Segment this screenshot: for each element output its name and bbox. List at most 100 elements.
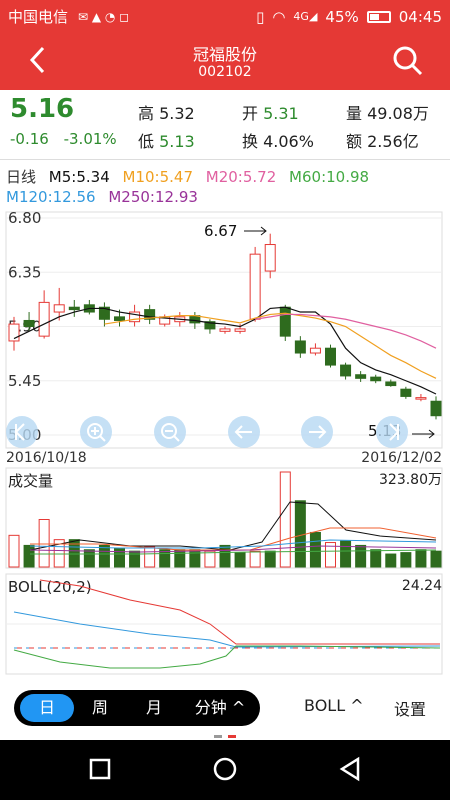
max-price-label: 6.67 [204, 222, 237, 240]
scroll-next-button[interactable] [301, 416, 333, 448]
kline-chart[interactable]: 6.806.355.905.455.00 6.67 5.13 [0, 210, 450, 680]
search-icon[interactable] [392, 45, 424, 77]
scroll-left-end-button[interactable] [6, 416, 38, 448]
amount-row: 额 2.56亿 [346, 128, 419, 152]
candle-body [400, 388, 412, 397]
zoom-in-button[interactable] [80, 416, 112, 448]
period-tabs: 日 周 月 分钟 ^ [14, 690, 260, 726]
line-type-label: 日线 [6, 168, 37, 186]
high-label: 高 [138, 104, 155, 123]
volume-bar [415, 549, 427, 568]
candle-body [53, 304, 65, 313]
candle-body [219, 328, 231, 332]
title-bar: 冠福股份 002102 [0, 33, 450, 90]
volume-max: 323.80万 [379, 472, 442, 488]
turnover-row: 换 4.06% [242, 128, 314, 152]
volume-bar [144, 546, 156, 568]
back-icon[interactable] [339, 756, 360, 782]
min-arrow-icon [412, 429, 435, 439]
volume-bar [83, 549, 95, 568]
date-start: 2016/10/18 [6, 450, 87, 466]
y-tick-label: 5.45 [8, 372, 41, 390]
home-icon[interactable] [213, 757, 237, 781]
volume-bar [400, 552, 412, 568]
y-tick-label: 6.80 [8, 210, 41, 227]
volume-bar [370, 549, 382, 568]
change-value: -0.16 [10, 130, 49, 148]
amount-value: 2.56亿 [367, 132, 419, 151]
volume-bar [385, 553, 397, 568]
status-bar: 中国电信 ✉ ▲ ◔ ◻ ▯ ◠ 4G◢ 45% 04:45 [0, 0, 450, 33]
candle-body [370, 376, 382, 382]
vibrate-icon: ▯ [256, 7, 265, 26]
boll-title: BOLL(20,2) [8, 578, 92, 596]
tab-minute[interactable]: 分钟 ^ [184, 690, 256, 726]
amount-label: 额 [346, 132, 363, 151]
volume-bar [309, 531, 321, 568]
high-row: 高 5.32 [138, 100, 195, 124]
system-nav-bar [0, 740, 450, 800]
battery-icon [366, 10, 391, 23]
tab-week[interactable]: 周 [80, 690, 120, 726]
ma-legend-row1: 日线 M5:5.34 M10:5.47 M20:5.72 M60:10.98 [6, 166, 377, 187]
recent-apps-icon[interactable] [89, 758, 111, 780]
volume-bar [264, 550, 276, 568]
turnover-label: 换 [242, 132, 259, 151]
tab-day[interactable]: 日 [20, 694, 74, 722]
tab-month[interactable]: 月 [134, 690, 174, 726]
volume-label: 量 [346, 104, 363, 123]
volume-row: 量 49.08万 [346, 100, 429, 124]
volume-bar [174, 549, 186, 568]
volume-value: 49.08万 [367, 104, 429, 123]
candle-body [38, 301, 50, 337]
volume-bar [189, 549, 201, 568]
wifi-icon: ◠ [272, 7, 286, 26]
clock: 04:45 [398, 7, 442, 26]
scroll-right-end-button[interactable] [376, 416, 408, 448]
candle-body [430, 400, 442, 417]
current-price: 5.16 [10, 94, 75, 124]
notification-icons: ✉ ▲ ◔ ◻ [78, 9, 130, 24]
volume-bar [294, 500, 306, 568]
stock-code: 002102 [198, 64, 252, 80]
candle-body [294, 340, 306, 354]
volume-bar [249, 550, 261, 568]
turnover-value: 4.06% [263, 132, 314, 151]
candle-body [23, 319, 35, 327]
settings-button[interactable]: 设置 [394, 696, 426, 720]
candle-body [309, 347, 321, 354]
chart-controls [6, 416, 408, 448]
low-label: 低 [138, 132, 155, 151]
high-value: 5.32 [159, 104, 195, 123]
stock-name: 冠福股份 [192, 45, 257, 64]
low-row: 低 5.13 [138, 128, 195, 152]
boll-mid-line [13, 611, 441, 648]
ma10-label: M10:5.47 [122, 168, 193, 186]
candle-body [340, 364, 352, 377]
date-end: 2016/12/02 [361, 450, 442, 466]
vol-ma5-line [29, 501, 437, 551]
change-percent: -3.01% [63, 130, 117, 148]
signal-icon: 4G◢ [293, 10, 318, 23]
candle-body [264, 244, 276, 272]
candle-body [68, 306, 80, 311]
indicator-selector[interactable]: BOLL ^ [304, 696, 364, 715]
ma10-line [104, 312, 437, 379]
bottom-toolbar: 日 周 月 分钟 ^ BOLL ^ 设置 [0, 678, 450, 740]
candle-body [355, 374, 367, 379]
boll-upper-line [39, 579, 440, 645]
ma-legend-row2: M120:12.56 M250:12.93 [6, 188, 206, 206]
ma250-label: M250:12.93 [108, 188, 198, 206]
boll-lower-line [13, 645, 441, 669]
page-indicator [214, 735, 236, 738]
volume-title: 成交量 [8, 472, 53, 490]
candle-body [234, 328, 246, 332]
price-change: -0.16 -3.01% [10, 130, 127, 148]
max-arrow-icon [244, 226, 267, 236]
volume-bar [279, 471, 291, 568]
boll-max: 24.24 [402, 578, 442, 594]
volume-bar [23, 544, 35, 568]
ma5-label: M5:5.34 [48, 168, 110, 186]
zoom-out-button[interactable] [154, 416, 186, 448]
scroll-prev-button[interactable] [228, 416, 260, 448]
